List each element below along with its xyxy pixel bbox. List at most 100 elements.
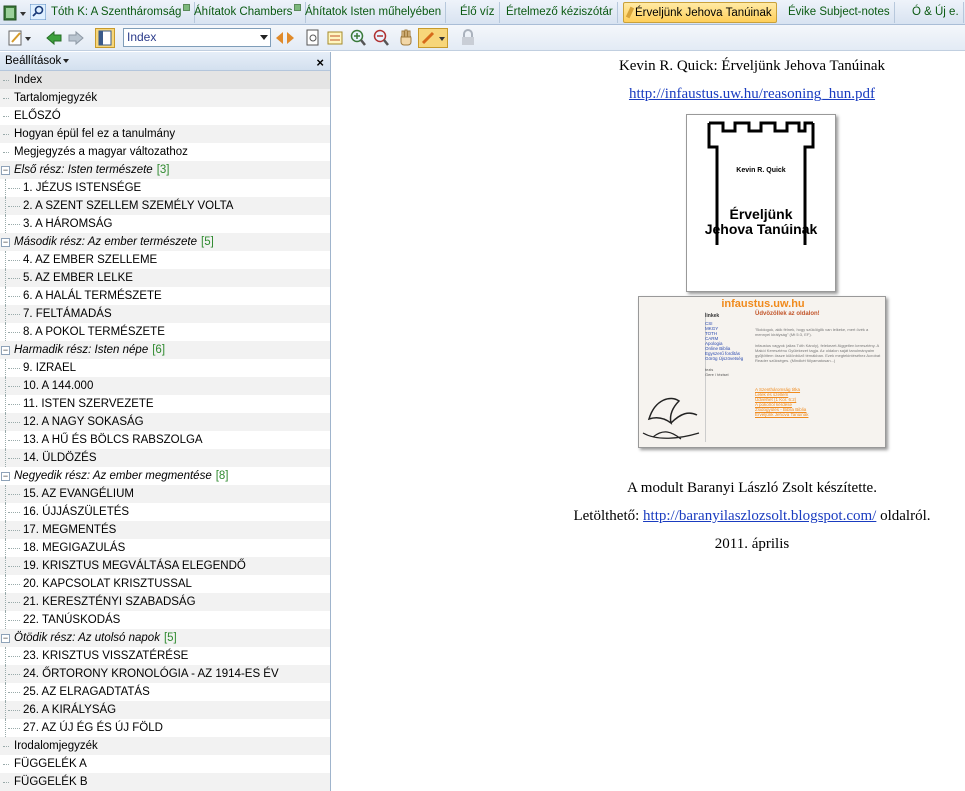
tree-item-label: 2. A SZENT SZELLEM SZEMÉLY VOLTA bbox=[23, 200, 234, 212]
download-link[interactable]: http://baranyilaszlozsolt.blogspot.com/ bbox=[643, 508, 876, 524]
collapse-icon[interactable]: − bbox=[1, 346, 10, 355]
tree-item[interactable]: 8. A POKOL TERMÉSZETE bbox=[0, 323, 330, 341]
tree-item[interactable]: 24. ŐRTORONY KRONOLÓGIA - AZ 1914-ES ÉV bbox=[0, 665, 330, 683]
collapse-icon[interactable]: − bbox=[1, 166, 10, 175]
tree-item[interactable]: 6. A HALÁL TERMÉSZETE bbox=[0, 287, 330, 305]
search-button[interactable] bbox=[29, 3, 47, 21]
tree-item[interactable]: 19. KRISZTUS MEGVÁLTÁSA ELEGENDŐ bbox=[0, 557, 330, 575]
tree-line bbox=[8, 602, 20, 603]
tree-group[interactable]: − Első rész: Isten természete [3] bbox=[0, 161, 330, 179]
tree-item-label: 15. AZ EVANGÉLIUM bbox=[23, 488, 134, 500]
book-menu-button[interactable] bbox=[2, 3, 28, 22]
zoom-out-button[interactable] bbox=[372, 29, 390, 47]
tab-2[interactable]: Áhítatok Chambers bbox=[190, 2, 307, 23]
collapse-icon[interactable]: − bbox=[1, 472, 10, 481]
tree-group[interactable]: − Ötödik rész: Az utolsó napok [5] bbox=[0, 629, 330, 647]
site-header: infaustus.uw.hu bbox=[721, 298, 805, 310]
tree-item[interactable]: Tartalomjegyzék bbox=[0, 89, 330, 107]
tree-item[interactable]: Index bbox=[0, 71, 330, 89]
tree-item[interactable]: 4. AZ EMBER SZELLEME bbox=[0, 251, 330, 269]
tree-item-label: Első rész: Isten természete bbox=[14, 164, 153, 176]
website-screenshot-image: infaustus.uw.hu linkek CSI MKGY TOTH CARM Ap… bbox=[638, 296, 886, 448]
tab-7[interactable]: Évike Subject-notes bbox=[784, 2, 895, 23]
tree-item[interactable]: 27. AZ ÚJ ÉG ÉS ÚJ FÖLD bbox=[0, 719, 330, 737]
tree-item[interactable]: 15. AZ EVANGÉLIUM bbox=[0, 485, 330, 503]
tree-item[interactable]: 10. A 144.000 bbox=[0, 377, 330, 395]
tree-item-label: FÜGGELÉK B bbox=[14, 776, 88, 788]
hand-icon bbox=[400, 29, 412, 46]
lock-button[interactable] bbox=[459, 29, 477, 47]
tree-line bbox=[5, 179, 6, 197]
tree-item[interactable]: ELŐSZÓ bbox=[0, 107, 330, 125]
tree-group[interactable]: − Negyedik rész: Az ember megmentése [8] bbox=[0, 467, 330, 485]
tab-3[interactable]: Áhítatok Isten műhelyében bbox=[301, 2, 447, 23]
tree-item[interactable]: 2. A SZENT SZELLEM SZEMÉLY VOLTA bbox=[0, 197, 330, 215]
collapse-icon[interactable]: − bbox=[1, 634, 10, 643]
tree-item[interactable]: Hogyan épül fel ez a tanulmány bbox=[0, 125, 330, 143]
tree-item[interactable]: Megjegyzés a magyar változathoz bbox=[0, 143, 330, 161]
highlight-icon bbox=[327, 31, 343, 45]
tree-line bbox=[8, 422, 20, 423]
pdf-link[interactable]: http://infaustus.uw.hu/reasoning_hun.pdf bbox=[629, 86, 875, 102]
tree-line bbox=[8, 674, 20, 675]
tree-item[interactable]: FÜGGELÉK A bbox=[0, 755, 330, 773]
tree-item[interactable]: 20. KAPCSOLAT KRISZTUSSAL bbox=[0, 575, 330, 593]
tree-item[interactable]: 12. A NAGY SOKASÁG bbox=[0, 413, 330, 431]
page-button[interactable] bbox=[304, 29, 322, 47]
tree-item[interactable]: 1. JÉZUS ISTENSÉGE bbox=[0, 179, 330, 197]
tree-group[interactable]: − Harmadik rész: Isten népe [6] bbox=[0, 341, 330, 359]
tree-line bbox=[5, 287, 6, 305]
settings-menu[interactable]: Beállítások bbox=[5, 55, 70, 67]
site-nav-item: Görög Újszövetség bbox=[705, 356, 744, 361]
tab-8[interactable]: Ó & Új e. bbox=[908, 2, 964, 23]
tree-item[interactable]: 26. A KIRÁLYSÁG bbox=[0, 701, 330, 719]
tree-item-text: Második rész: Az ember természete [5] bbox=[14, 233, 214, 251]
back-button[interactable] bbox=[45, 29, 63, 47]
marker-button[interactable] bbox=[418, 28, 448, 48]
cover-title: Érveljünk Jehova Tanúinak bbox=[687, 207, 835, 237]
tree-item[interactable]: 13. A HŰ ÉS BÖLCS RABSZOLGA bbox=[0, 431, 330, 449]
prev-next-button[interactable] bbox=[275, 29, 294, 47]
tree-item[interactable]: Irodalomjegyzék bbox=[0, 737, 330, 755]
zoom-out-icon bbox=[373, 29, 389, 46]
tree-line bbox=[3, 782, 9, 783]
tree-line bbox=[5, 575, 6, 593]
tree-item-label: 20. KAPCSOLAT KRISZTUSSAL bbox=[23, 578, 192, 590]
collapse-icon[interactable]: − bbox=[1, 238, 10, 247]
tree-item[interactable]: 11. ISTEN SZERVEZETE bbox=[0, 395, 330, 413]
tree-item[interactable]: FÜGGELÉK B bbox=[0, 773, 330, 791]
tree-item[interactable]: 22. TANÚSKODÁS bbox=[0, 611, 330, 629]
edit-button[interactable] bbox=[8, 29, 31, 47]
tree-item[interactable]: 9. IZRAEL bbox=[0, 359, 330, 377]
tree-item[interactable]: 16. ÚJJÁSZÜLETÉS bbox=[0, 503, 330, 521]
tab-4[interactable]: Élő víz bbox=[456, 2, 500, 23]
tree-item-text: 17. MEGMENTÉS bbox=[23, 521, 116, 539]
tab-6[interactable]: Érveljünk Jehova Tanúinak bbox=[623, 2, 777, 23]
tree-item-label: 14. ÜLDÖZÉS bbox=[23, 452, 97, 464]
panel-toggle-button[interactable] bbox=[95, 28, 115, 48]
site-body: infaustus vagyok (alias Tóth Károly), fe… bbox=[755, 343, 881, 363]
tab-1[interactable]: Tóth K: A Szentháromság bbox=[47, 2, 196, 23]
tree-item[interactable]: 18. MEGIGAZULÁS bbox=[0, 539, 330, 557]
document-title: Kevin R. Quick: Érveljünk Jehova Tanúina… bbox=[618, 58, 886, 74]
hand-tool-button[interactable] bbox=[397, 29, 415, 47]
tree-item[interactable]: 17. MEGMENTÉS bbox=[0, 521, 330, 539]
tree-item[interactable]: 23. KRISZTUS VISSZATÉRÉSE bbox=[0, 647, 330, 665]
tree-item[interactable]: 5. AZ EMBER LELKE bbox=[0, 269, 330, 287]
close-icon[interactable]: × bbox=[316, 53, 324, 72]
forward-button[interactable] bbox=[67, 29, 85, 47]
zoom-in-button[interactable] bbox=[349, 29, 367, 47]
tree-line bbox=[5, 215, 6, 233]
tree-item[interactable]: 3. A HÁROMSÁG bbox=[0, 215, 330, 233]
tree-item[interactable]: 25. AZ ELRAGADTATÁS bbox=[0, 683, 330, 701]
tree-item[interactable]: 21. KERESZTÉNYI SZABADSÁG bbox=[0, 593, 330, 611]
site-nav-title: linkek bbox=[705, 313, 720, 319]
index-select[interactable]: Index bbox=[123, 28, 271, 47]
tree-item[interactable]: 14. ÜLDÖZÉS bbox=[0, 449, 330, 467]
tree-line bbox=[3, 116, 9, 117]
tab-5[interactable]: Értelmező kéziszótár bbox=[502, 2, 618, 23]
site-nav: CSI MKGY TOTH CARM Apologia Online Biblia Egys… bbox=[705, 321, 743, 361]
highlight-button[interactable] bbox=[326, 29, 344, 47]
tree-item[interactable]: 7. FELTÁMADÁS bbox=[0, 305, 330, 323]
tree-group[interactable]: − Második rész: Az ember természete [5] bbox=[0, 233, 330, 251]
